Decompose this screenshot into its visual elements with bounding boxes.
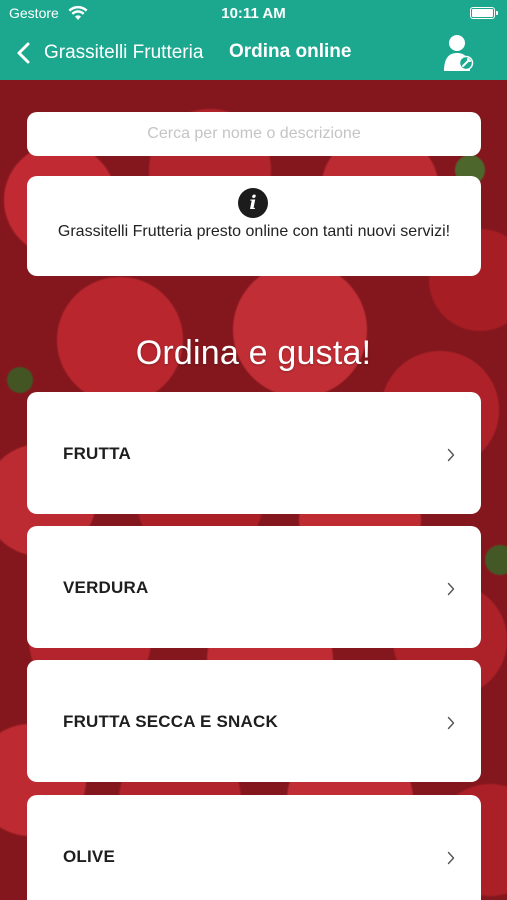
info-icon: i [238,188,268,218]
category-frutta-secca-e-snack[interactable]: FRUTTA SECCA E SNACK [27,660,481,782]
info-message: Grassitelli Frutteria presto online con … [57,223,451,240]
info-banner: i Grassitelli Frutteria presto online co… [27,176,481,276]
status-bar: Gestore 10:11 AM [0,0,507,28]
chevron-right-icon [447,582,455,596]
category-label: FRUTTA [63,444,131,463]
category-label: FRUTTA SECCA E SNACK [63,712,278,731]
category-verdura[interactable]: VERDURA [27,526,481,648]
search-input[interactable] [27,112,481,156]
chevron-right-icon [447,851,455,865]
user-profile-icon[interactable] [443,34,475,72]
back-chevron-icon[interactable] [12,38,36,68]
category-label: OLIVE [63,847,116,866]
chevron-right-icon [447,448,455,462]
navigation-bar: Grassitelli Frutteria Ordina online [0,28,507,80]
category-frutta[interactable]: FRUTTA [27,392,481,514]
clock: 10:11 AM [221,5,286,22]
top-bar: Gestore 10:11 AM Grassitelli Frutteria O… [0,0,507,80]
headline: Ordina e gusta! [135,334,372,372]
back-button[interactable]: Grassitelli Frutteria [44,42,203,64]
chevron-right-icon [447,716,455,730]
battery-icon [470,7,498,19]
page-title: Ordina online [229,41,352,62]
category-olive[interactable]: OLIVE [27,795,481,900]
category-label: VERDURA [63,578,149,597]
